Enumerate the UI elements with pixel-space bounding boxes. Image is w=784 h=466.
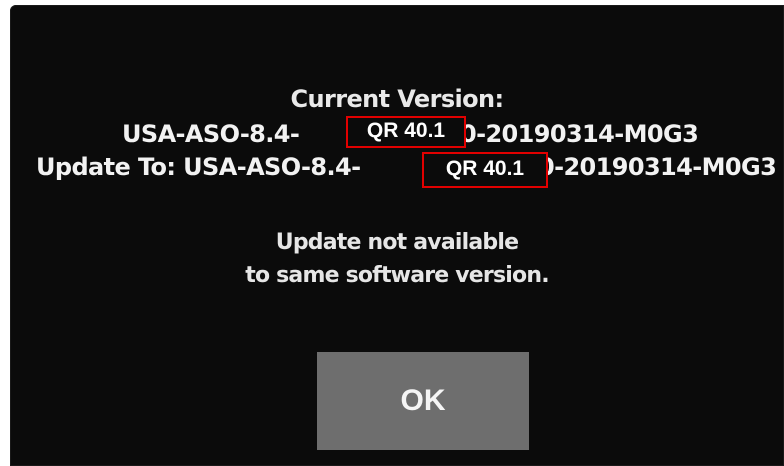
current-version-suffix: 0-20190314-M0G3 — [460, 120, 699, 148]
update-to-suffix: 0-20190314-M0G3 — [538, 153, 777, 181]
update-dialog-screen: Current Version: USA-ASO-8.4- 0-20190314… — [10, 5, 784, 466]
message-line-2: to same software version. — [245, 263, 549, 288]
dialog-title: Current Version: — [290, 85, 504, 113]
ok-button[interactable]: OK — [317, 352, 529, 450]
current-version-highlight: QR 40.1 — [346, 116, 466, 148]
update-to-highlight: QR 40.1 — [422, 152, 548, 188]
current-version-prefix: USA-ASO-8.4- — [122, 120, 300, 148]
message-line-1: Update not available — [275, 230, 519, 255]
update-to-prefix: Update To: USA-ASO-8.4- — [36, 153, 361, 181]
mouse-pointer-icon — [0, 440, 6, 456]
